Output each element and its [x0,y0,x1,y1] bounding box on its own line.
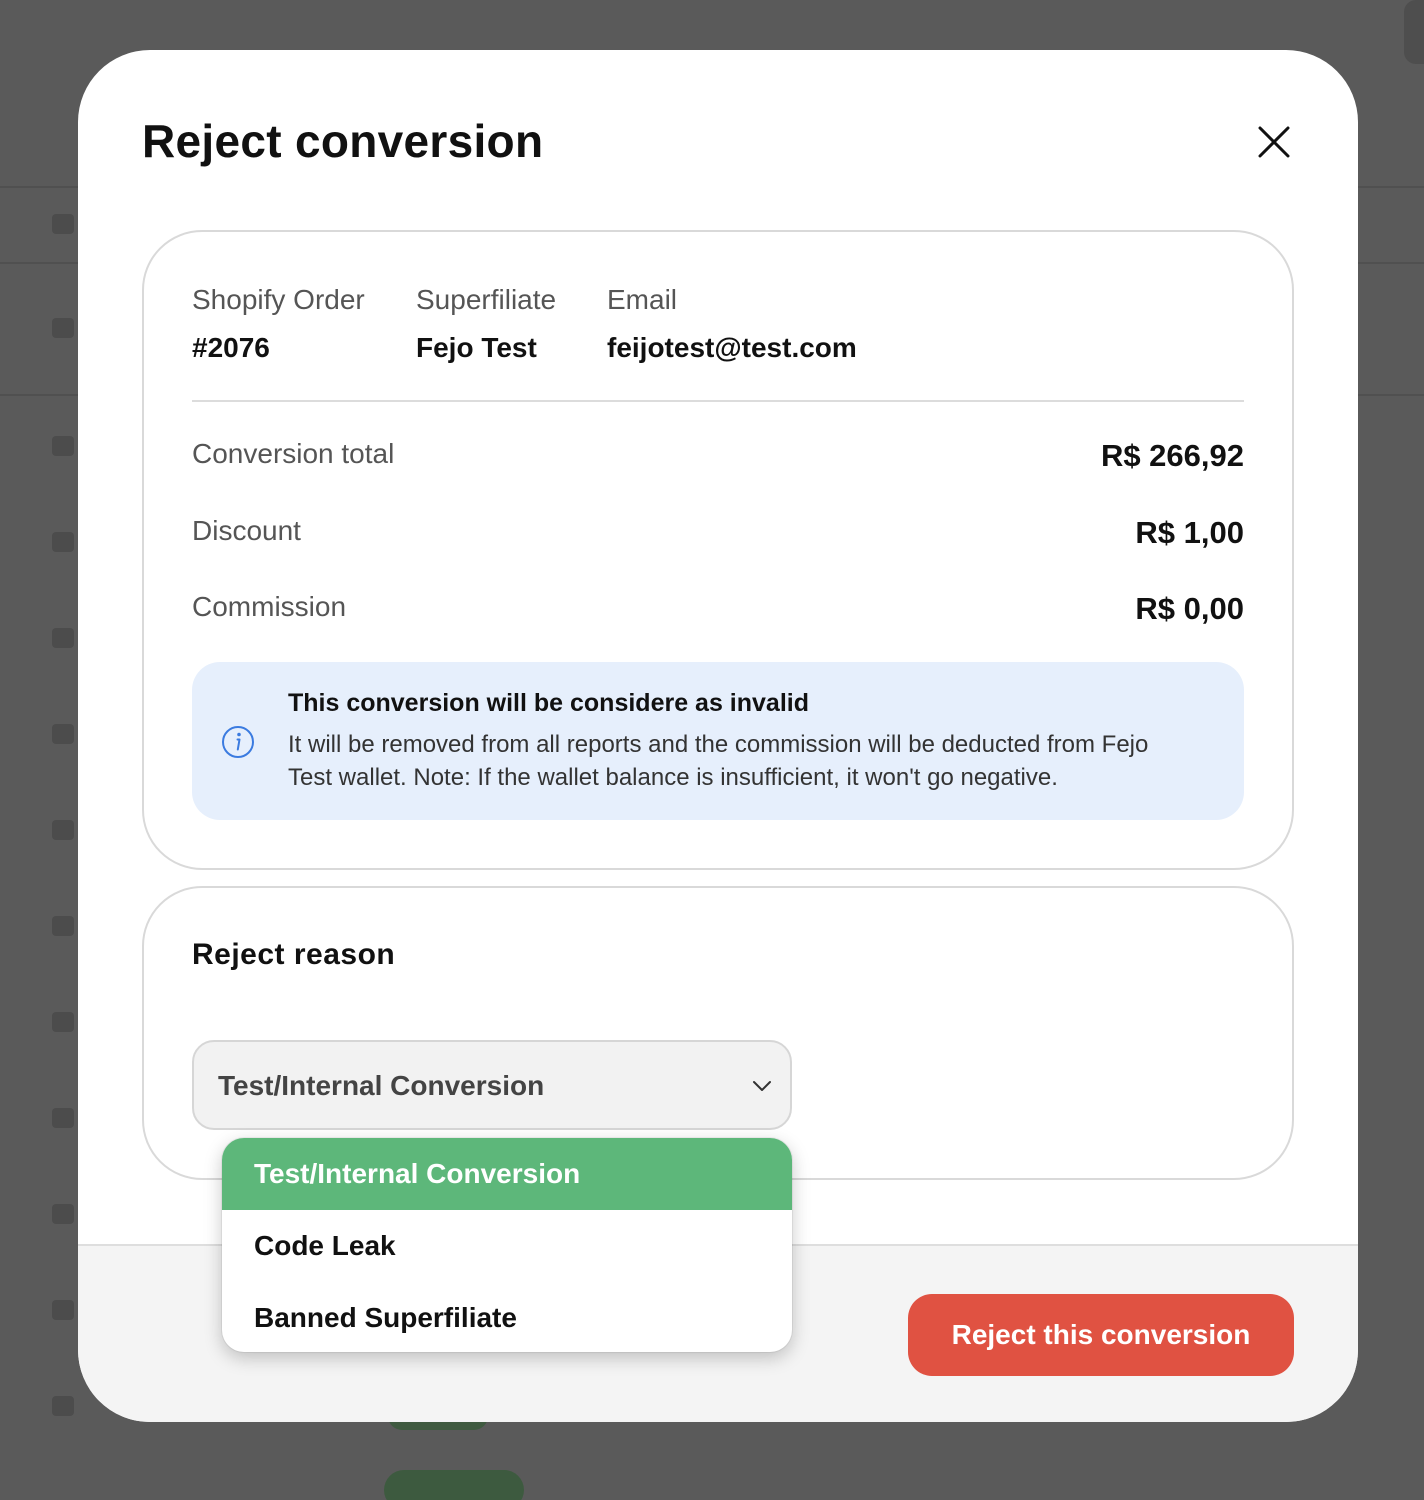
background-row-marker [52,1396,74,1416]
background-row-marker [52,532,74,552]
background-row-marker [52,1300,74,1320]
commission-label: Commission [192,591,347,622]
order-field: Shopify Order #2076 [192,282,365,366]
background-row-marker [52,1012,74,1032]
reject-reason-card: Reject reason Test/Internal Conversion [142,886,1294,1180]
discount-label: Discount [192,515,301,546]
background-row-marker [52,318,74,338]
order-label: Shopify Order [192,284,365,315]
info-icon [222,726,254,758]
close-button[interactable] [1250,118,1298,166]
background-row-marker [52,724,74,744]
reject-conversion-button[interactable]: Reject this conversion [908,1294,1294,1376]
reject-reason-select[interactable]: Test/Internal Conversion [192,1040,792,1130]
discount-row: Discount R$ 1,00 [192,511,1244,551]
close-icon [1258,126,1290,158]
reason-option-banned-superfiliate[interactable]: Banned Superfiliate [222,1282,792,1352]
order-value: #2076 [192,332,270,363]
discount-value: R$ 1,00 [1135,515,1244,550]
background-row-marker [52,436,74,456]
commission-row: Commission R$ 0,00 [192,587,1244,627]
email-label: Email [607,284,678,315]
modal-title: Reject conversion [142,115,544,167]
background-status-badge [384,1470,524,1500]
background-row-marker [52,820,74,840]
reject-reason-selected-value: Test/Internal Conversion [218,1070,545,1101]
background-top-right-control [1404,0,1424,64]
chevron-down-icon [753,1081,771,1091]
background-row-marker [52,916,74,936]
background-row-marker [52,1204,74,1224]
conversion-details-card: Shopify Order #2076 Superfiliate Fejo Te… [142,230,1294,870]
superfiliate-label: Superfiliate [416,284,557,315]
conversion-total-label: Conversion total [192,438,395,469]
superfiliate-value: Fejo Test [416,332,537,363]
reject-reason-label: Reject reason [192,938,396,971]
background-row-marker [52,1108,74,1128]
invalid-conversion-notice: This conversion will be considere as inv… [192,662,1244,820]
conversion-total-row: Conversion total R$ 266,92 [192,434,1244,474]
details-divider [192,400,1244,402]
background-row-marker [52,214,74,234]
conversion-total-value: R$ 266,92 [1100,438,1244,473]
reason-option-test-internal[interactable]: Test/Internal Conversion [222,1138,792,1210]
email-field: Email feijotest@test.com [607,282,857,366]
reason-option-code-leak[interactable]: Code Leak [222,1210,792,1282]
email-value: feijotest@test.com [607,332,857,363]
commission-value: R$ 0,00 [1135,591,1244,626]
notice-title: This conversion will be considere as inv… [288,689,809,717]
background-row-marker [52,628,74,648]
notice-text: It will be removed from all reports and … [288,731,1149,791]
superfiliate-field: Superfiliate Fejo Test [416,282,556,366]
reject-reason-dropdown: Test/Internal Conversion Code Leak Banne… [222,1138,792,1352]
